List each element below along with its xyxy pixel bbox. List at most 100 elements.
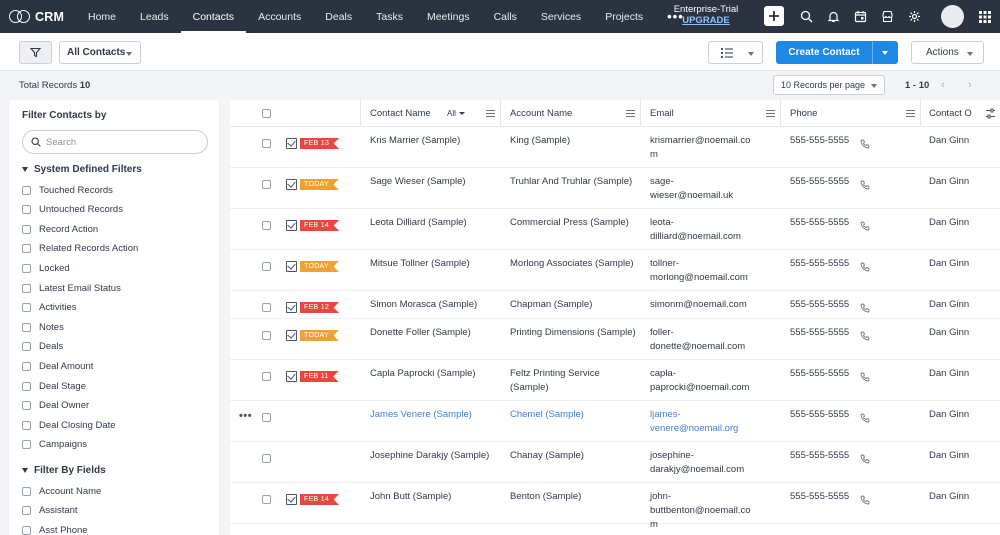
email-link[interactable]: leota-dilliard@noemail.com xyxy=(650,216,776,244)
contact-name-link[interactable]: Capla Paprocki (Sample) xyxy=(370,367,500,381)
task-checkbox-icon[interactable] xyxy=(286,138,297,149)
view-select[interactable]: All Contacts xyxy=(59,41,141,64)
nav-tab-deals[interactable]: Deals xyxy=(313,0,364,33)
filter-search-field[interactable] xyxy=(22,130,208,154)
user-avatar[interactable] xyxy=(941,5,964,28)
phone-icon[interactable] xyxy=(860,221,870,231)
filter-checkbox[interactable] xyxy=(22,486,31,496)
filter-item[interactable]: Asst Phone xyxy=(22,523,88,535)
row-checkbox[interactable] xyxy=(262,372,271,381)
row-checkbox[interactable] xyxy=(262,495,271,504)
column-menu-icon[interactable] xyxy=(766,110,775,117)
sidebar-section-section2[interactable]: Filter By Fields xyxy=(22,465,106,476)
email-link[interactable]: josephine-darakjy@noemail.com xyxy=(650,449,776,477)
filter-toggle-button[interactable] xyxy=(19,41,52,64)
phone-icon[interactable] xyxy=(860,139,870,149)
account-name-link[interactable]: Chanay (Sample) xyxy=(510,449,638,463)
task-checkbox-icon[interactable] xyxy=(286,494,297,505)
account-name-link[interactable]: Chapman (Sample) xyxy=(510,298,638,312)
phone-icon[interactable] xyxy=(860,303,870,313)
contact-name-link[interactable]: Kris Marrier (Sample) xyxy=(370,134,500,148)
email-link[interactable]: tollner-morlong@noemail.com xyxy=(650,257,776,285)
row-checkbox[interactable] xyxy=(262,413,271,422)
task-checkbox-icon[interactable] xyxy=(286,371,297,382)
table-row[interactable]: ••• James Venere (Sample) Chemel (Sample) l… xyxy=(230,401,1000,442)
filter-item[interactable]: Related Records Action xyxy=(22,242,138,256)
nav-tab-meetings[interactable]: Meetings xyxy=(415,0,482,33)
filter-item[interactable]: Deal Owner xyxy=(22,399,89,413)
column-menu-icon[interactable] xyxy=(626,110,635,117)
nav-tab-accounts[interactable]: Accounts xyxy=(246,0,313,33)
email-link[interactable]: simonm@noemail.com xyxy=(650,298,776,312)
filter-checkbox[interactable] xyxy=(22,283,31,293)
row-checkbox[interactable] xyxy=(262,180,271,189)
account-name-link[interactable]: Morlong Associates (Sample) xyxy=(510,257,638,271)
nav-tab-leads[interactable]: Leads xyxy=(128,0,181,33)
phone-icon[interactable] xyxy=(860,413,870,423)
nav-tab-projects[interactable]: Projects xyxy=(593,0,655,33)
table-row[interactable]: TODAY Sage Wieser (Sample) Truhlar And Tru… xyxy=(230,168,1000,209)
task-checkbox-icon[interactable] xyxy=(286,330,297,341)
filter-item[interactable]: Campaigns xyxy=(22,438,87,452)
upgrade-link[interactable]: UPGRADE xyxy=(668,15,744,26)
table-row[interactable]: TODAY Donette Foller (Sample) Printing Dim… xyxy=(230,319,1000,360)
table-row[interactable]: FEB 11 Capla Paprocki (Sample) Feltz Print… xyxy=(230,360,1000,401)
nav-tab-services[interactable]: Services xyxy=(529,0,593,33)
column-menu-icon[interactable] xyxy=(486,110,495,117)
account-name-link[interactable]: Feltz Printing Service (Sample) xyxy=(510,367,638,395)
row-checkbox[interactable] xyxy=(262,139,271,148)
row-checkbox[interactable] xyxy=(262,331,271,340)
select-all-checkbox[interactable] xyxy=(262,109,271,118)
table-row[interactable]: FEB 14 John Butt (Sample) Benton (Sample) j… xyxy=(230,483,1000,530)
quick-create-button[interactable] xyxy=(764,6,784,26)
filter-checkbox[interactable] xyxy=(22,224,31,234)
filter-item[interactable]: Deal Closing Date xyxy=(22,418,116,432)
contact-name-link[interactable]: James Venere (Sample) xyxy=(370,408,500,422)
sidebar-section-section1[interactable]: System Defined Filters xyxy=(22,164,142,175)
filter-item[interactable]: Deal Stage xyxy=(22,379,86,393)
contact-name-link[interactable]: Simon Morasca (Sample) xyxy=(370,298,500,312)
filter-checkbox[interactable] xyxy=(22,322,31,332)
filter-checkbox[interactable] xyxy=(22,525,31,535)
contact-name-link[interactable]: Donette Foller (Sample) xyxy=(370,326,500,340)
email-link[interactable]: foller-donette@noemail.com xyxy=(650,326,776,354)
filter-checkbox[interactable] xyxy=(22,205,31,215)
column-contact-owner[interactable]: Contact O xyxy=(929,100,972,127)
filter-checkbox[interactable] xyxy=(22,420,31,430)
contact-name-link[interactable]: Mitsue Tollner (Sample) xyxy=(370,257,500,271)
phone-icon[interactable] xyxy=(860,180,870,190)
nav-tab-calls[interactable]: Calls xyxy=(482,0,529,33)
phone-icon[interactable] xyxy=(860,372,870,382)
list-view-toggle[interactable] xyxy=(708,41,763,64)
contact-name-link[interactable]: Sage Wieser (Sample) xyxy=(370,175,500,189)
search-button[interactable] xyxy=(797,6,817,26)
filter-checkbox[interactable] xyxy=(22,506,31,516)
filter-item[interactable]: Activities xyxy=(22,301,76,315)
filter-checkbox[interactable] xyxy=(22,381,31,391)
nav-tab-home[interactable]: Home xyxy=(76,0,128,33)
filter-item[interactable]: Assistant xyxy=(22,504,78,518)
contact-name-link[interactable]: John Butt (Sample) xyxy=(370,490,500,504)
crm-logo[interactable]: CRM xyxy=(0,0,76,33)
task-checkbox-icon[interactable] xyxy=(286,261,297,272)
filter-item[interactable]: Latest Email Status xyxy=(22,281,121,295)
account-name-link[interactable]: Commercial Press (Sample) xyxy=(510,216,638,230)
table-row[interactable]: FEB 13 Kris Marrier (Sample) King (Sample)… xyxy=(230,127,1000,168)
email-link[interactable]: ljames-venere@noemail.org xyxy=(650,408,776,436)
row-more-icon[interactable]: ••• xyxy=(239,410,252,422)
email-link[interactable]: sage-wieser@noemail.uk xyxy=(650,175,776,203)
filter-checkbox[interactable] xyxy=(22,185,31,195)
filter-item[interactable]: Untouched Records xyxy=(22,203,123,217)
filter-search-input[interactable] xyxy=(46,136,196,148)
filter-item[interactable]: Account Name xyxy=(22,484,101,498)
phone-icon[interactable] xyxy=(860,331,870,341)
app-grid-icon[interactable] xyxy=(978,10,992,24)
account-name-link[interactable]: Printing Dimensions (Sample) xyxy=(510,326,638,340)
filter-checkbox[interactable] xyxy=(22,440,31,450)
email-link[interactable]: john-buttbenton@noemail.co m xyxy=(650,490,776,532)
row-checkbox[interactable] xyxy=(262,262,271,271)
row-checkbox[interactable] xyxy=(262,221,271,230)
task-checkbox-icon[interactable] xyxy=(286,179,297,190)
account-name-link[interactable]: King (Sample) xyxy=(510,134,638,148)
table-row[interactable]: Josephine Darakjy (Sample) Chanay (Sample… xyxy=(230,442,1000,483)
